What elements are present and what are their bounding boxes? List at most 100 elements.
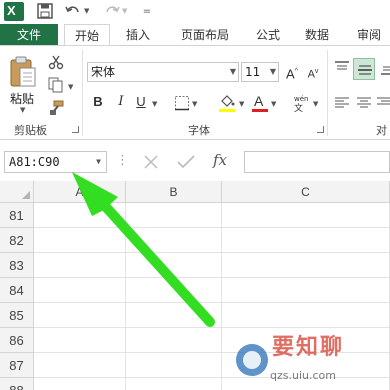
fill-color-dropdown-icon[interactable]: ▼ bbox=[239, 100, 244, 108]
tab-formulas[interactable]: 公式 bbox=[248, 24, 288, 46]
formula-input[interactable] bbox=[244, 151, 390, 173]
decrease-font-size-icon[interactable]: Av bbox=[305, 62, 321, 82]
quick-access-toolbar: X ▼ ▼ = bbox=[0, 0, 390, 24]
border-icon[interactable] bbox=[174, 95, 190, 111]
sheet-cell[interactable] bbox=[126, 203, 222, 228]
tab-file[interactable]: 文件 bbox=[0, 24, 58, 46]
phonetic-dropdown-icon[interactable]: ▼ bbox=[313, 100, 318, 108]
sheet-cell[interactable] bbox=[34, 353, 126, 378]
sheet-cell[interactable] bbox=[222, 253, 390, 278]
align-bottom-icon[interactable] bbox=[380, 60, 390, 76]
sheet-cell[interactable] bbox=[34, 203, 126, 228]
sheet-cell[interactable] bbox=[34, 228, 126, 253]
sheet-cell[interactable] bbox=[126, 353, 222, 378]
undo-dropdown-icon[interactable]: ▼ bbox=[84, 7, 89, 15]
tab-insert[interactable]: 插入 bbox=[118, 24, 158, 46]
sheet-cell[interactable] bbox=[126, 378, 222, 390]
svg-text:A: A bbox=[254, 93, 264, 109]
sheet-cell[interactable] bbox=[126, 328, 222, 353]
redo-dropdown-icon[interactable]: ▼ bbox=[122, 7, 127, 15]
sheet-cell[interactable] bbox=[126, 278, 222, 303]
chevron-down-icon: ▼ bbox=[96, 157, 101, 166]
copy-icon[interactable] bbox=[48, 77, 64, 93]
column-header-b[interactable]: B bbox=[126, 181, 222, 203]
phonetic-icon[interactable]: wén 文 bbox=[291, 93, 309, 113]
tab-review[interactable]: 审阅 bbox=[348, 24, 390, 46]
clipboard-group-label: 剪贴板 bbox=[14, 124, 47, 137]
row-header[interactable]: 83 bbox=[0, 253, 34, 278]
paste-icon[interactable] bbox=[9, 56, 37, 88]
name-box[interactable]: A81:C90 ▼ bbox=[4, 151, 107, 173]
save-icon[interactable] bbox=[37, 3, 53, 19]
select-all-button[interactable] bbox=[0, 181, 34, 203]
customize-qat-icon[interactable]: = bbox=[140, 3, 154, 21]
font-name-value: 宋体 bbox=[91, 65, 116, 79]
tab-data[interactable]: 数据 bbox=[296, 24, 338, 46]
row-header[interactable]: 88 bbox=[0, 378, 34, 390]
border-dropdown-icon[interactable]: ▼ bbox=[192, 100, 197, 108]
cut-icon[interactable] bbox=[48, 54, 64, 70]
sheet-cell[interactable] bbox=[34, 253, 126, 278]
align-top-icon[interactable] bbox=[334, 60, 350, 76]
column-header-a[interactable]: A bbox=[34, 181, 126, 203]
font-name-select[interactable]: 宋体 ▼ bbox=[87, 62, 239, 82]
font-size-value: 11 bbox=[245, 65, 261, 79]
font-color-icon[interactable]: A bbox=[252, 93, 268, 113]
sheet-cell[interactable] bbox=[34, 278, 126, 303]
sheet-cell[interactable] bbox=[126, 253, 222, 278]
alignment-group-label: 对 bbox=[376, 124, 387, 137]
sheet-cell[interactable] bbox=[34, 303, 126, 328]
column-header-c[interactable]: C bbox=[222, 181, 390, 203]
bold-button[interactable]: B bbox=[91, 92, 105, 112]
font-group-label: 字体 bbox=[188, 124, 210, 137]
sheet-cell[interactable] bbox=[34, 328, 126, 353]
format-painter-icon[interactable] bbox=[48, 100, 64, 116]
sheet-cell[interactable] bbox=[126, 228, 222, 253]
watermark-url: qzs.uiu.com bbox=[270, 369, 336, 382]
sheet-cell[interactable] bbox=[34, 378, 126, 390]
increase-font-size-icon[interactable]: A^ bbox=[284, 62, 300, 82]
row-header[interactable]: 82 bbox=[0, 228, 34, 253]
svg-text:wén: wén bbox=[294, 95, 308, 103]
sheet-cell[interactable] bbox=[222, 203, 390, 228]
row-header[interactable]: 84 bbox=[0, 278, 34, 303]
copy-dropdown-icon[interactable]: ▼ bbox=[68, 83, 73, 91]
align-middle-icon bbox=[358, 65, 372, 75]
name-box-value: A81:C90 bbox=[9, 155, 60, 169]
row-header[interactable]: 81 bbox=[0, 203, 34, 228]
italic-button[interactable]: I bbox=[114, 92, 128, 112]
formula-bar: A81:C90 ▼ ⋮ fx bbox=[0, 141, 390, 181]
fill-color-icon[interactable] bbox=[218, 93, 236, 113]
paste-dropdown-icon[interactable]: ▼ bbox=[20, 106, 25, 114]
font-launcher-icon[interactable] bbox=[317, 126, 324, 133]
tab-home[interactable]: 开始 bbox=[64, 24, 110, 47]
underline-button[interactable]: U bbox=[134, 92, 148, 112]
align-left-icon[interactable] bbox=[334, 95, 350, 111]
sheet-cell[interactable] bbox=[126, 303, 222, 328]
formula-controls: fx bbox=[131, 151, 243, 173]
row-header[interactable]: 85 bbox=[0, 303, 34, 328]
paste-button-label[interactable]: 粘贴 bbox=[10, 90, 34, 107]
align-right-icon[interactable] bbox=[377, 95, 390, 111]
underline-dropdown-icon[interactable]: ▼ bbox=[152, 100, 157, 108]
sheet-cell[interactable] bbox=[222, 228, 390, 253]
formula-bar-grip-icon[interactable]: ⋮ bbox=[116, 153, 129, 168]
ribbon-separator bbox=[327, 50, 328, 136]
sheet-cell[interactable] bbox=[222, 278, 390, 303]
row-header[interactable]: 87 bbox=[0, 353, 34, 378]
redo-icon[interactable] bbox=[104, 3, 120, 19]
font-color-dropdown-icon[interactable]: ▼ bbox=[271, 100, 276, 108]
enter-check-icon[interactable] bbox=[177, 154, 195, 170]
align-middle-button[interactable] bbox=[353, 58, 375, 80]
clipboard-launcher-icon[interactable] bbox=[72, 126, 79, 133]
tab-page-layout[interactable]: 页面布局 bbox=[168, 24, 242, 46]
undo-icon[interactable] bbox=[65, 3, 81, 19]
cancel-icon[interactable] bbox=[143, 154, 159, 170]
font-size-select[interactable]: 11 ▼ bbox=[241, 62, 279, 82]
row-header[interactable]: 86 bbox=[0, 328, 34, 353]
svg-text:文: 文 bbox=[294, 102, 303, 113]
watermark-logo: 要知聊 qzs.uiu.com bbox=[230, 315, 390, 390]
chevron-down-icon: ▼ bbox=[269, 67, 276, 76]
align-center-icon[interactable] bbox=[356, 95, 372, 111]
insert-function-icon[interactable]: fx bbox=[213, 151, 227, 169]
